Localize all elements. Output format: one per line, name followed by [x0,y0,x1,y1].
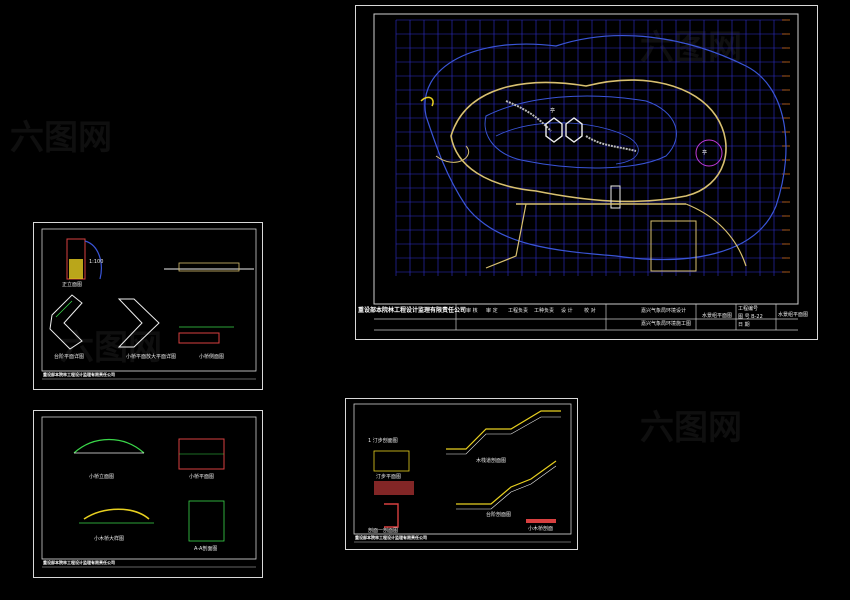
site-plan-drawing [373,13,799,331]
drawing-label: 1:100 [89,259,104,265]
drawing-label: 汀步平面图 [376,474,402,480]
col-label: 工程负责 [508,308,529,314]
sheet-company: 重设部本院林工程设计监理有限责任公司 [355,535,427,540]
drawing-label: 剖面一剖面图 [368,528,399,534]
project-name: 嘉兴气象局环境施工图 [641,321,692,327]
col-label: 审 定 [486,308,498,314]
drawing-label: 木栈道剖面图 [476,458,507,464]
col-label: 设 计 [561,308,573,314]
bridge-detail-sheet[interactable]: 小桥立面图 小桥平面图 小木桥大样图 A-A剖面图 重设部本院林工程设计监理有限… [33,410,263,578]
sheet-company: 重设部本院林工程设计监理有限责任公司 [43,372,115,377]
pavilion-label: 亭 [702,150,708,156]
drawing-label: 台阶剖面图 [486,512,512,518]
drawing-label: 小桥立面图 [89,474,115,480]
drawing-label: 小桥平面图 [189,474,215,480]
drawing-label: 正立面图 [62,282,83,288]
drawing-label: 台阶平面详图 [54,354,85,360]
detail-drawing [41,416,257,568]
info-label: 工程编号 [738,306,759,312]
drawing-label: A-A剖面图 [194,546,218,552]
watermark: 六图网 [10,118,112,158]
section-detail-sheet[interactable]: 1 汀步剖面图 汀步平面图 木栈道剖面图 台阶剖面图 剖面一剖面图 小木桥剖面 … [345,398,578,550]
drawing-label: 小木桥剖面 [528,526,554,532]
info-label: 日 期 [738,322,750,328]
detail-drawing [41,228,257,380]
stair-bridge-detail-sheet[interactable]: 正立面图 1:100 台阶平面详图 小桥平面放大平面详图 小桥侧面图 重设部本院… [33,222,263,390]
drawing-label: 1 汀步剖面图 [368,438,398,444]
pavilion-label: 亭 [550,108,556,114]
info-label: 图 号 B-22 [738,314,763,320]
watermark: 六图网 [640,408,742,448]
drawing-label: 小桥平面放大平面详图 [126,354,177,360]
project-name: 嘉兴气象局环境设计 [641,308,687,314]
main-company-name: 重设部本院林工程设计监理有限责任公司 [358,307,467,314]
col-label: 工种负责 [534,308,555,314]
main-drawing-sheet[interactable]: 重设部本院林工程设计监理有限责任公司 审 核 审 定 工程负责 工种负责 设 计… [355,5,818,340]
col-label: 校 对 [584,308,596,314]
drawing-label: 小木桥大样图 [94,536,125,542]
sheet-title: 水景组平面图 [702,313,733,319]
drawing-label: 小桥侧面图 [199,354,225,360]
col-label: 审 核 [466,308,478,314]
right-note: 水景组平面图 [778,312,809,318]
garden-features [420,35,787,272]
sheet-company: 重设部本院林工程设计监理有限责任公司 [43,560,115,565]
